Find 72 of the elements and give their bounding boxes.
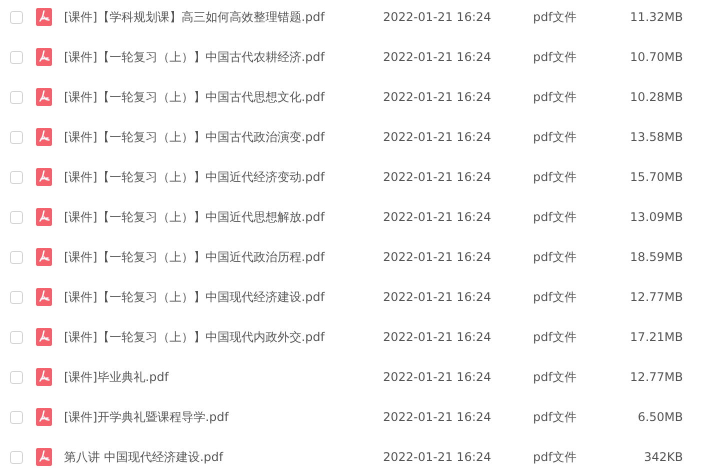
checkbox[interactable] — [10, 10, 23, 24]
file-type: pdf文件 — [533, 288, 578, 306]
file-name[interactable]: [课件]【一轮复习（上）】中国近代经济变动.pdf — [64, 168, 383, 186]
pdf-file-icon — [36, 208, 52, 226]
pdf-file-icon — [36, 8, 52, 26]
checkbox[interactable] — [10, 290, 23, 304]
file-name[interactable]: [课件]【一轮复习（上）】中国古代思想文化.pdf — [64, 88, 383, 106]
file-size: 12.77MB — [629, 370, 683, 384]
modified-date: 2022-01-21 16:24 — [383, 410, 492, 424]
checkbox[interactable] — [10, 250, 23, 264]
modified-date: 2022-01-21 16:24 — [383, 450, 492, 464]
file-type: pdf文件 — [533, 48, 578, 66]
checkbox[interactable] — [10, 410, 23, 424]
pdf-file-icon — [36, 328, 52, 346]
checkbox[interactable] — [10, 90, 23, 104]
modified-date: 2022-01-21 16:24 — [383, 250, 492, 264]
checkbox[interactable] — [10, 210, 23, 224]
checkbox[interactable] — [10, 50, 23, 64]
file-name[interactable]: [课件]毕业典礼.pdf — [64, 368, 383, 386]
file-size: 18.59MB — [629, 250, 683, 264]
modified-date: 2022-01-21 16:24 — [383, 330, 492, 344]
file-name[interactable]: [课件]【一轮复习（上）】中国古代政治演变.pdf — [64, 128, 383, 146]
file-type: pdf文件 — [533, 248, 578, 266]
file-name[interactable]: 第八讲 中国现代经济建设.pdf — [64, 448, 383, 466]
pdf-file-icon — [36, 368, 52, 386]
modified-date: 2022-01-21 16:24 — [383, 50, 492, 64]
file-size: 15.70MB — [629, 170, 683, 184]
checkbox[interactable] — [10, 170, 23, 184]
file-size: 10.70MB — [629, 50, 683, 64]
pdf-file-icon — [36, 128, 52, 146]
file-name[interactable]: [课件]【一轮复习（上）】中国现代内政外交.pdf — [64, 328, 383, 346]
modified-date: 2022-01-21 16:24 — [383, 290, 492, 304]
pdf-file-icon — [36, 288, 52, 306]
pdf-file-icon — [36, 448, 52, 466]
modified-date: 2022-01-21 16:24 — [383, 370, 492, 384]
file-type: pdf文件 — [533, 328, 578, 346]
file-size: 13.58MB — [629, 130, 683, 144]
file-type: pdf文件 — [533, 408, 578, 426]
modified-date: 2022-01-21 16:24 — [383, 210, 492, 224]
file-name[interactable]: [课件]【学科规划课】高三如何高效整理错题.pdf — [64, 8, 383, 26]
checkbox[interactable] — [10, 370, 23, 384]
file-name[interactable]: [课件]【一轮复习（上）】中国近代政治历程.pdf — [64, 248, 383, 266]
file-size: 6.50MB — [636, 410, 683, 424]
file-size: 342KB — [642, 450, 683, 464]
file-size: 13.09MB — [629, 210, 683, 224]
file-size: 12.77MB — [629, 290, 683, 304]
modified-date: 2022-01-21 16:24 — [383, 90, 492, 104]
pdf-file-icon — [36, 88, 52, 106]
file-type: pdf文件 — [533, 448, 578, 466]
file-name[interactable]: [课件]开学典礼暨课程导学.pdf — [64, 408, 383, 426]
file-type: pdf文件 — [533, 88, 578, 106]
file-type: pdf文件 — [533, 208, 578, 226]
checkbox[interactable] — [10, 330, 23, 344]
pdf-file-icon — [36, 408, 52, 426]
pdf-file-icon — [36, 48, 52, 66]
file-size: 10.28MB — [629, 90, 683, 104]
file-type: pdf文件 — [533, 128, 578, 146]
file-name[interactable]: [课件]【一轮复习（上）】中国现代经济建设.pdf — [64, 288, 383, 306]
pdf-file-icon — [36, 248, 52, 266]
file-name[interactable]: [课件]【一轮复习（上）】中国古代农耕经济.pdf — [64, 48, 383, 66]
file-type: pdf文件 — [533, 8, 578, 26]
checkbox[interactable] — [10, 130, 23, 144]
modified-date: 2022-01-21 16:24 — [383, 170, 492, 184]
pdf-file-icon — [36, 168, 52, 186]
checkbox[interactable] — [10, 450, 23, 464]
modified-date: 2022-01-21 16:24 — [383, 130, 492, 144]
file-type: pdf文件 — [533, 368, 578, 386]
file-type: pdf文件 — [533, 168, 578, 186]
file-size: 17.21MB — [629, 330, 683, 344]
file-size: 11.32MB — [629, 10, 683, 24]
file-name[interactable]: [课件]【一轮复习（上）】中国近代思想解放.pdf — [64, 208, 383, 226]
modified-date: 2022-01-21 16:24 — [383, 10, 492, 24]
